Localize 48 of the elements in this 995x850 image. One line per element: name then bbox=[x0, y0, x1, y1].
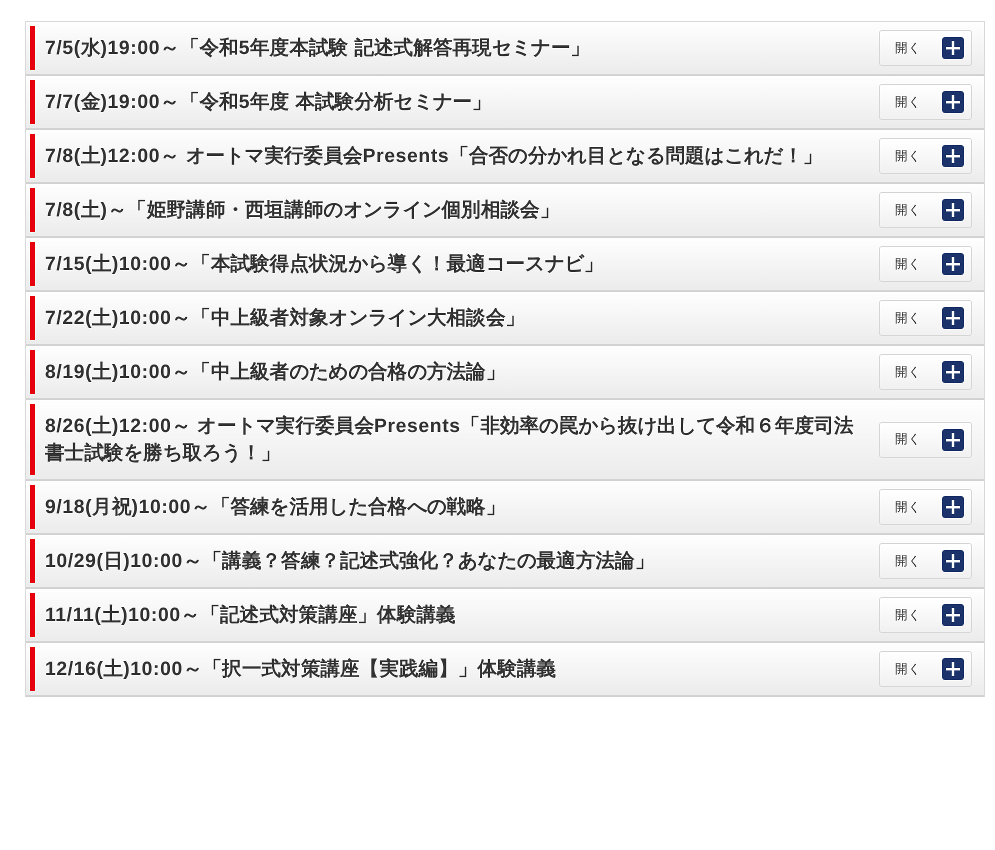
event-title: 9/18(月祝)10:00～「答練を活用した合格への戦略」 bbox=[45, 495, 507, 520]
open-label: 開く bbox=[895, 431, 921, 448]
accent-bar bbox=[30, 80, 35, 124]
event-title: 11/11(土)10:00～「記述式対策講座」体験講義 bbox=[45, 603, 457, 628]
open-button[interactable]: 開く bbox=[879, 651, 972, 688]
open-button[interactable]: 開く bbox=[879, 597, 972, 634]
event-title: 12/16(土)10:00～「択一式対策講座【実践編】」体験講義 bbox=[45, 657, 558, 682]
event-title: 7/8(土)～「姫野講師・西垣講師のオンライン個別相談会」 bbox=[45, 198, 560, 224]
open-button[interactable]: 開く bbox=[879, 246, 972, 282]
event-title: 7/8(土)12:00～ オートマ実行委員会Presents「合否の分かれ目となる問題はこれだ！」 bbox=[45, 144, 824, 170]
open-label: 開く bbox=[895, 94, 921, 111]
accent-bar bbox=[30, 134, 35, 178]
open-button[interactable]: 開く bbox=[879, 543, 972, 580]
open-button[interactable]: 開く bbox=[879, 84, 972, 120]
open-label: 開く bbox=[895, 498, 921, 516]
accent-bar bbox=[30, 539, 35, 584]
open-label: 開く bbox=[895, 40, 921, 56]
open-label: 開く bbox=[895, 310, 921, 327]
event-title: 7/22(土)10:00～「中上級者対象オンライン大相談会」 bbox=[45, 306, 526, 332]
open-button[interactable]: 開く bbox=[879, 354, 972, 390]
event-title: 7/15(土)10:00～「本試験得点状況から導く！最適コースナビ」 bbox=[45, 252, 605, 278]
open-label: 開く bbox=[895, 364, 921, 381]
event-title: 7/5(水)19:00～「令和5年度本試験 記述式解答再現セミナー」 bbox=[45, 36, 592, 61]
open-label: 開く bbox=[895, 148, 921, 165]
event-title: 8/19(土)10:00～「中上級者のための合格の方法論」 bbox=[45, 360, 507, 386]
accent-bar bbox=[30, 242, 35, 286]
accent-bar bbox=[30, 593, 35, 638]
accent-bar bbox=[30, 296, 35, 340]
accent-bar bbox=[30, 188, 35, 232]
accent-bar bbox=[30, 404, 35, 476]
open-label: 開く bbox=[895, 202, 921, 219]
open-button[interactable]: 開く bbox=[879, 300, 972, 336]
open-label: 開く bbox=[895, 660, 921, 678]
accent-bar bbox=[30, 26, 35, 70]
open-button[interactable]: 開く bbox=[879, 30, 972, 66]
event-title: 10/29(日)10:00～「講義？答練？記述式強化？あなたの最適方法論」 bbox=[45, 549, 656, 574]
open-label: 開く bbox=[895, 606, 921, 624]
open-label: 開く bbox=[895, 552, 921, 570]
open-button[interactable]: 開く bbox=[879, 489, 972, 526]
event-title: 7/7(金)19:00～「令和5年度 本試験分析セミナー」 bbox=[45, 90, 493, 116]
open-label: 開く bbox=[895, 256, 921, 273]
accent-bar bbox=[30, 485, 35, 530]
accent-bar bbox=[30, 350, 35, 394]
open-button[interactable]: 開く bbox=[879, 192, 972, 228]
event-title: 8/26(土)12:00～ オートマ実行委員会Presents「非効率の罠から抜け出して令和６年度司法書士試験を勝ち取ろう！」 bbox=[45, 414, 855, 466]
accent-bar bbox=[30, 647, 35, 692]
open-button[interactable]: 開く bbox=[879, 422, 972, 458]
open-button[interactable]: 開く bbox=[879, 138, 972, 174]
